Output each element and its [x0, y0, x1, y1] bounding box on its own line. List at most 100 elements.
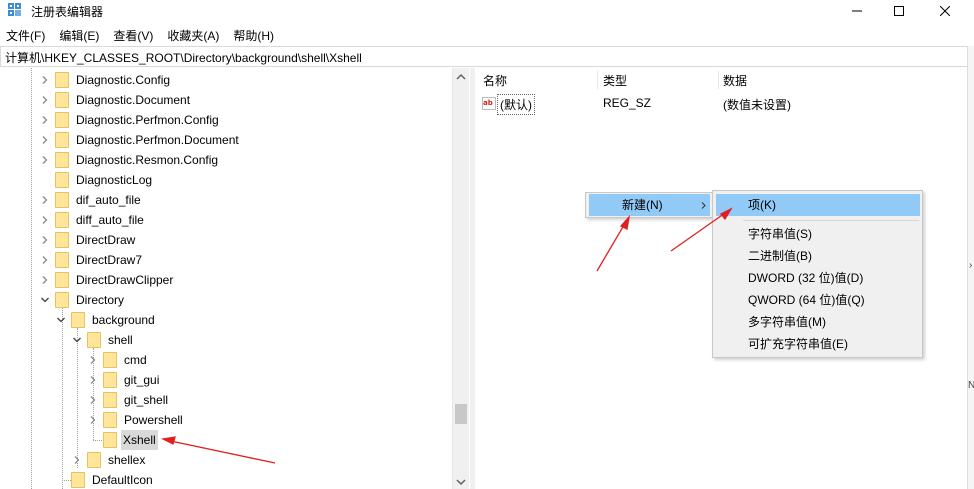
folder-icon	[55, 132, 69, 148]
chevron-down-icon[interactable]	[56, 315, 66, 325]
tree-item[interactable]: shell	[72, 330, 135, 350]
tree-item-label: DiagnosticLog	[76, 173, 153, 187]
chevron-right-icon[interactable]	[88, 415, 98, 425]
submenu-item-string[interactable]: 字符串值(S)	[716, 223, 920, 245]
folder-icon	[103, 432, 117, 448]
tree-item[interactable]: dif_auto_file	[40, 190, 143, 210]
menu-edit[interactable]: 编辑(E)	[53, 25, 105, 45]
tree-item[interactable]: DefaultIcon	[56, 470, 155, 489]
folder-icon	[103, 352, 117, 368]
chevron-right-icon[interactable]	[40, 255, 50, 265]
column-header-data[interactable]: 数据	[723, 72, 747, 92]
chevron-right-icon[interactable]	[40, 215, 50, 225]
tree-item[interactable]: Directory	[40, 290, 126, 310]
folder-icon	[71, 472, 85, 488]
scroll-thumb[interactable]	[455, 404, 467, 424]
chevron-down-icon[interactable]	[72, 335, 82, 345]
submenu-item-expandable-string[interactable]: 可扩充字符串值(E)	[716, 333, 920, 355]
address-bar[interactable]: 计算机\HKEY_CLASSES_ROOT\Directory\backgrou…	[0, 46, 968, 67]
chevron-right-icon[interactable]	[40, 155, 50, 165]
tree-guide-line	[31, 68, 32, 489]
new-submenu: 项(K) 字符串值(S) 二进制值(B) DWORD (32 位)值(D) QW…	[712, 190, 923, 358]
tree-item[interactable]: diff_auto_file	[40, 210, 146, 230]
column-divider[interactable]	[597, 71, 598, 89]
svg-text:ab: ab	[483, 99, 493, 107]
tree-item-label: shell	[108, 333, 133, 347]
tree-item[interactable]: DirectDraw7	[40, 250, 144, 270]
tree-item[interactable]: DirectDrawClipper	[40, 270, 175, 290]
tree-item[interactable]: Xshell	[88, 430, 158, 450]
submenu-item-dword[interactable]: DWORD (32 位)值(D)	[716, 267, 920, 289]
menu-view[interactable]: 查看(V)	[107, 25, 159, 45]
chevron-right-icon[interactable]	[88, 355, 98, 365]
menu-favorites[interactable]: 收藏夹(A)	[161, 25, 225, 45]
submenu-item-binary[interactable]: 二进制值(B)	[716, 245, 920, 267]
edge-arrow-icon: ›	[969, 260, 973, 271]
tree-scrollbar[interactable]	[452, 68, 469, 489]
chevron-right-icon[interactable]	[40, 75, 50, 85]
folder-icon	[55, 252, 69, 268]
tree-spacer	[40, 175, 50, 185]
folder-icon	[103, 392, 117, 408]
submenu-item-key[interactable]: 项(K)	[716, 194, 920, 216]
tree-item[interactable]: Diagnostic.Resmon.Config	[40, 150, 220, 170]
folder-icon	[55, 192, 69, 208]
context-menu: 新建(N)	[585, 192, 714, 218]
close-button[interactable]	[922, 0, 968, 22]
value-row[interactable]: ab (默认) REG_SZ (数值未设置)	[475, 93, 967, 115]
submenu-item-multi-string[interactable]: 多字符串值(M)	[716, 311, 920, 333]
folder-icon	[55, 92, 69, 108]
tree-item[interactable]: git_gui	[88, 370, 161, 390]
tree-item[interactable]: shellex	[72, 450, 147, 470]
minimize-button[interactable]	[834, 0, 880, 22]
chevron-right-icon[interactable]	[40, 235, 50, 245]
column-header-name[interactable]: 名称	[483, 72, 507, 92]
chevron-right-icon[interactable]	[88, 375, 98, 385]
tree-item[interactable]: DiagnosticLog	[40, 170, 154, 190]
tree-item[interactable]: cmd	[88, 350, 149, 370]
tree-guide-line	[62, 308, 63, 489]
folder-icon	[55, 152, 69, 168]
context-menu-new[interactable]: 新建(N)	[589, 194, 710, 216]
column-divider[interactable]	[718, 71, 719, 89]
maximize-icon	[894, 6, 904, 16]
chevron-right-icon[interactable]	[72, 455, 82, 465]
chevron-right-icon[interactable]	[40, 115, 50, 125]
chevron-right-icon[interactable]	[40, 135, 50, 145]
scroll-up-icon[interactable]	[456, 73, 466, 81]
title-bar[interactable]: 注册表编辑器	[0, 0, 974, 22]
chevron-down-icon[interactable]	[40, 295, 50, 305]
folder-icon	[103, 372, 117, 388]
menu-help[interactable]: 帮助(H)	[227, 25, 280, 45]
tree-item-label: dif_auto_file	[76, 193, 141, 207]
key-tree[interactable]: Diagnostic.Config Diagnostic.Document Diag…	[0, 68, 470, 489]
value-type: REG_SZ	[603, 96, 652, 110]
tree-item[interactable]: background	[56, 310, 157, 330]
tree-item[interactable]: Powershell	[88, 410, 185, 430]
tree-item[interactable]: Diagnostic.Config	[40, 70, 172, 90]
tree-item[interactable]: DirectDraw	[40, 230, 137, 250]
tree-item-label: DirectDraw7	[76, 253, 143, 267]
tree-item-label: shellex	[108, 453, 146, 467]
submenu-item-qword[interactable]: QWORD (64 位)值(Q)	[716, 289, 920, 311]
window-title: 注册表编辑器	[31, 5, 104, 19]
folder-icon	[55, 112, 69, 128]
tree-item-label: git_shell	[124, 393, 169, 407]
value-data: (数值未设置)	[723, 98, 791, 112]
value-name: (默认)	[497, 94, 535, 115]
folder-icon	[55, 232, 69, 248]
chevron-right-icon[interactable]	[88, 395, 98, 405]
column-header-type[interactable]: 类型	[603, 72, 627, 92]
tree-item[interactable]: Diagnostic.Document	[40, 90, 192, 110]
chevron-right-icon[interactable]	[40, 95, 50, 105]
folder-icon	[55, 272, 69, 288]
chevron-right-icon[interactable]	[40, 275, 50, 285]
string-value-icon: ab	[482, 97, 496, 110]
tree-item[interactable]: Diagnostic.Perfmon.Document	[40, 130, 241, 150]
scroll-down-icon[interactable]	[456, 478, 466, 486]
tree-item[interactable]: Diagnostic.Perfmon.Config	[40, 110, 221, 130]
menu-file[interactable]: 文件(F)	[0, 25, 51, 45]
chevron-right-icon[interactable]	[40, 195, 50, 205]
tree-item[interactable]: git_shell	[88, 390, 170, 410]
maximize-button[interactable]	[876, 0, 922, 22]
